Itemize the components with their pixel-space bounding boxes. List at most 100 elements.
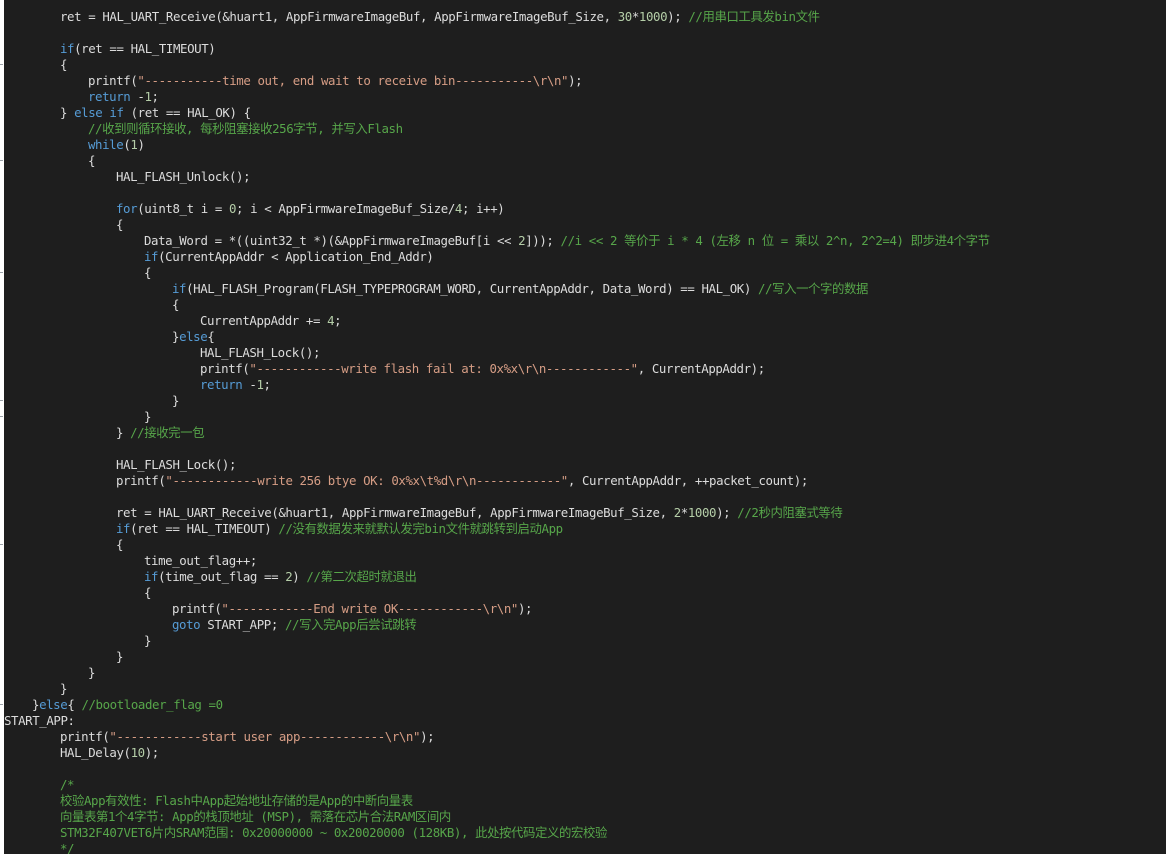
code-token-keyword: else if	[74, 105, 124, 120]
code-line: {	[116, 217, 123, 233]
code-line: printf("------------write 256 btye OK: 0…	[116, 473, 808, 489]
code-token-plain: );	[144, 745, 160, 760]
gutter-change-marker	[0, 400, 3, 401]
code-line: if(CurrentAppAddr < Application_End_Addr…	[144, 249, 434, 265]
code-line: ret = HAL_UART_Receive(&huart1, AppFirmw…	[60, 9, 820, 25]
code-token-comment: //收到则循环接收, 每秒阻塞接收256字节, 并写入Flash	[88, 121, 403, 136]
code-line: }	[172, 393, 179, 409]
code-line: 向量表第1个4字节: App的栈顶地址 (MSP), 需落在芯片合法RAM区间内	[60, 809, 451, 825]
code-token-plain: (ret == HAL_TIMEOUT)	[130, 521, 279, 536]
code-editor[interactable]: ret = HAL_UART_Receive(&huart1, AppFirmw…	[4, 0, 1166, 854]
code-token-label: START_APP:	[4, 713, 75, 728]
gutter-change-marker	[0, 64, 3, 65]
code-token-string: "------------write 256 btye OK: 0x%x\t%d…	[165, 473, 568, 488]
code-token-plain: }	[172, 393, 180, 408]
code-line: /*	[60, 777, 75, 793]
code-token-string: "------------start user app------------\…	[109, 729, 421, 744]
code-line: for(uint8_t i = 0; i < AppFirmwareImageB…	[116, 201, 505, 217]
code-token-plain: ; i++)	[461, 201, 505, 216]
code-token-number: 0	[228, 201, 237, 216]
code-token-plain: }	[88, 665, 96, 680]
code-token-keyword: if	[60, 41, 75, 56]
code-token-plain: {	[60, 57, 68, 72]
code-token-plain: )	[292, 569, 307, 584]
code-token-string: "------------End write OK------------\r\…	[221, 601, 518, 616]
code-token-plain: printf(	[88, 73, 138, 88]
code-line: 校验App有效性: Flash中App起始地址存储的是App的中断向量表	[60, 793, 413, 809]
gutter-change-marker	[0, 416, 3, 417]
code-token-keyword: else	[179, 329, 208, 344]
code-token-plain: printf(	[60, 729, 110, 744]
code-token-number: 1	[256, 377, 264, 392]
code-token-plain: , CurrentAppAddr);	[637, 361, 765, 376]
code-line: HAL_FLASH_Unlock();	[116, 169, 251, 185]
code-token-keyword: goto	[172, 617, 201, 632]
code-line: goto START_APP; //写入完App后尝试跳转	[172, 617, 417, 633]
code-token-plain: }	[116, 649, 124, 664]
code-token-plain: START_APP;	[200, 617, 285, 632]
code-token-plain: }	[172, 329, 180, 344]
code-line: ret = HAL_UART_Receive(&huart1, AppFirmw…	[116, 505, 843, 521]
code-line: printf("------------start user app------…	[60, 729, 435, 745]
code-line: {	[60, 57, 67, 73]
code-token-plain: )	[137, 137, 145, 152]
code-line: */	[60, 841, 75, 854]
code-token-comment: //2秒内阻塞式等待	[737, 505, 843, 520]
code-token-plain: ret = HAL_UART_Receive(&huart1, AppFirmw…	[60, 9, 618, 24]
code-token-plain: HAL_FLASH_Lock();	[200, 345, 321, 360]
code-token-comment: 向量表第1个4字节: App的栈顶地址 (MSP), 需落在芯片合法RAM区间内	[60, 809, 451, 824]
code-token-plain: }	[60, 681, 68, 696]
code-token-comment: //写入完App后尝试跳转	[284, 617, 417, 632]
code-token-number: 1000	[638, 9, 668, 24]
code-token-plain: }	[60, 105, 75, 120]
code-token-plain: {	[144, 585, 152, 600]
code-token-plain: {	[172, 297, 180, 312]
code-line: {	[144, 585, 151, 601]
code-token-plain: (HAL_FLASH_Program(FLASH_TYPEPROGRAM_WOR…	[186, 281, 758, 296]
code-line: }else{	[172, 329, 215, 345]
code-line: START_APP:	[4, 713, 75, 729]
code-line: {	[172, 297, 179, 313]
code-token-plain: {	[116, 537, 124, 552]
code-token-plain: (time_out_flag ==	[158, 569, 286, 584]
code-line: if(time_out_flag == 2) //第二次超时就退出	[144, 569, 417, 585]
code-token-keyword: else	[39, 697, 68, 712]
code-token-plain: ;	[334, 313, 342, 328]
code-token-plain: );	[568, 73, 583, 88]
code-token-comment: //用串口工具发bin文件	[688, 9, 820, 24]
code-token-keyword: if	[144, 569, 159, 584]
code-token-plain: time_out_flag++;	[144, 553, 257, 568]
code-line: return -1;	[88, 89, 159, 105]
code-token-plain: -	[130, 89, 145, 104]
code-line: if(HAL_FLASH_Program(FLASH_TYPEPROGRAM_W…	[172, 281, 868, 297]
code-token-plain: (CurrentAppAddr < Application_End_Addr)	[158, 249, 434, 264]
code-token-plain: (ret == HAL_TIMEOUT)	[74, 41, 216, 56]
code-token-plain: HAL_FLASH_Unlock();	[116, 169, 251, 184]
code-token-plain: {	[207, 329, 215, 344]
code-token-number: 1000	[687, 505, 717, 520]
code-token-plain: );	[716, 505, 738, 520]
code-token-plain: ret = HAL_UART_Receive(&huart1, AppFirmw…	[116, 505, 674, 520]
code-line: if(ret == HAL_TIMEOUT) //没有数据发来就默认发完bin文…	[116, 521, 563, 537]
code-token-comment: //bootloader_flag =0	[81, 697, 223, 712]
code-token-plain: , CurrentAppAddr, ++packet_count);	[567, 473, 808, 488]
code-line: {	[88, 153, 95, 169]
code-line: }	[88, 665, 95, 681]
code-token-keyword: return	[200, 377, 243, 392]
code-line: printf("-----------time out, end wait to…	[88, 73, 583, 89]
gutter-change-marker	[0, 272, 3, 273]
code-token-plain: }	[144, 633, 152, 648]
code-line: Data_Word = *((uint32_t *)(&AppFirmwareI…	[144, 233, 990, 249]
code-token-plain: }	[116, 425, 131, 440]
code-token-plain: HAL_FLASH_Lock();	[116, 457, 237, 472]
code-line: HAL_FLASH_Lock();	[116, 457, 236, 473]
code-token-plain: ; i < AppFirmwareImageBuf_Size/	[236, 201, 455, 216]
code-token-plain: *	[680, 505, 688, 520]
code-token-comment: //i << 2 等价于 i * 4 (左移 n 位 = 乘以 2^n, 2^2…	[560, 233, 990, 248]
code-line: STM32F407VET6片内SRAM范围: 0x20000000 ~ 0x20…	[60, 825, 607, 841]
code-token-keyword: for	[116, 201, 138, 216]
code-line: printf("------------write flash fail at:…	[200, 361, 765, 377]
code-token-plain: ]));	[525, 233, 561, 248]
code-token-plain: (ret == HAL_OK) {	[123, 105, 251, 120]
code-token-keyword: while	[88, 137, 124, 152]
